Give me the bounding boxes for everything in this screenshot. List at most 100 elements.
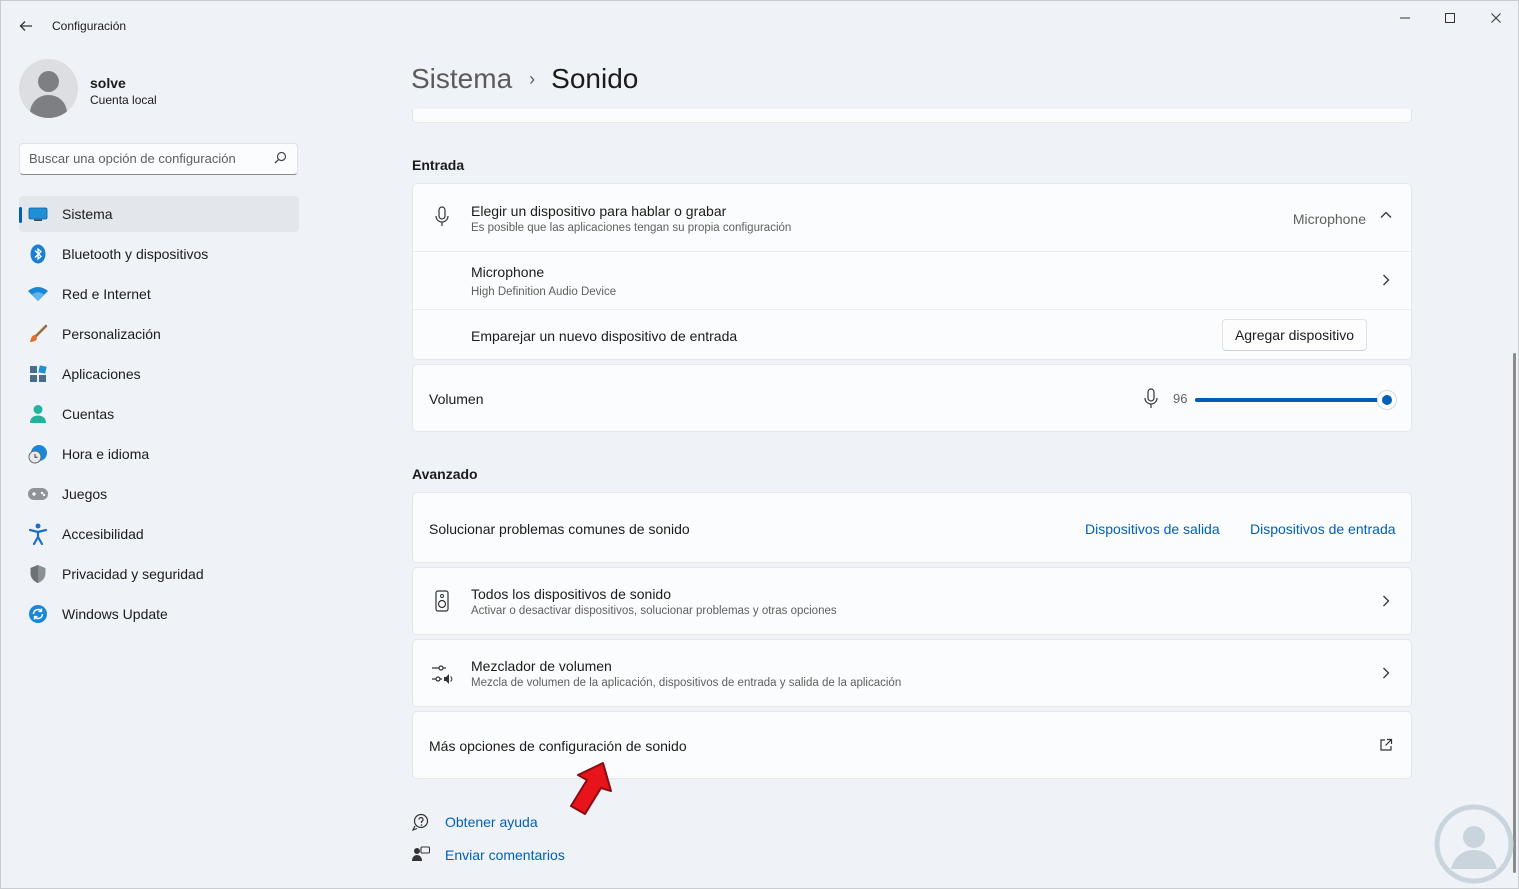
input-devices-link[interactable]: Dispositivos de entrada: [1250, 521, 1396, 537]
sidebar-item-personalization[interactable]: Personalización: [19, 316, 299, 352]
volume-value: 96: [1173, 391, 1188, 406]
back-button[interactable]: [13, 13, 39, 39]
breadcrumb-parent[interactable]: Sistema: [411, 63, 512, 95]
app-title: Configuración: [52, 19, 127, 33]
input-device-name: Microphone: [471, 264, 545, 280]
chevron-right-icon: [1379, 666, 1393, 685]
troubleshoot-card: Solucionar problemas comunes de sonido D…: [412, 492, 1412, 563]
more-sound-settings-row[interactable]: Más opciones de configuración de sonido: [412, 711, 1412, 779]
all-sound-devices-title: Todos los dispositivos de sonido: [471, 586, 672, 602]
title-bar: Configuración: [1, 1, 1518, 51]
sidebar-item-accounts[interactable]: Cuentas: [19, 396, 299, 432]
sidebar-item-gaming[interactable]: Juegos: [19, 476, 299, 512]
volume-slider-fill: [1195, 398, 1387, 402]
search-icon[interactable]: [274, 151, 287, 167]
sidebar-item-label: Aplicaciones: [62, 366, 141, 382]
sidebar-item-label: Red e Internet: [62, 286, 151, 302]
breadcrumb-separator: ›: [529, 68, 536, 89]
choose-input-device-row[interactable]: Elegir un dispositivo para hablar o grab…: [413, 184, 1411, 251]
wifi-icon: [27, 283, 49, 305]
sidebar-item-accessibility[interactable]: Accesibilidad: [19, 516, 299, 552]
account-icon: [27, 403, 49, 425]
scrollbar[interactable]: [1513, 353, 1516, 873]
volume-card: Volumen 96: [412, 364, 1412, 432]
chevron-up-icon[interactable]: [1379, 208, 1393, 227]
chevron-right-icon: [1379, 594, 1393, 613]
external-link-icon: [1379, 738, 1393, 757]
sidebar-nav: Sistema Bluetooth y dispositivos Red e I…: [19, 196, 299, 636]
help-chat-icon: [411, 812, 431, 832]
volume-slider[interactable]: [1195, 390, 1397, 410]
breadcrumb: Sistema › Sonido: [411, 59, 638, 99]
speaker-icon: [431, 590, 453, 612]
choose-input-device-title: Elegir un dispositivo para hablar o grab…: [471, 203, 727, 219]
section-title-advanced: Avanzado: [412, 466, 478, 482]
maximize-button[interactable]: [1427, 7, 1473, 29]
maximize-icon: [1445, 13, 1455, 23]
minimize-icon: [1400, 17, 1410, 19]
pair-input-device-row: Emparejar un nuevo dispositivo de entrad…: [413, 310, 1411, 361]
sidebar-item-label: Hora e idioma: [62, 446, 150, 462]
sidebar-item-windows-update[interactable]: Windows Update: [19, 596, 299, 632]
search-input[interactable]: [29, 151, 269, 166]
user-profile[interactable]: solve Cuenta local: [19, 59, 299, 119]
back-arrow-icon: [19, 21, 32, 31]
minimize-button[interactable]: [1382, 7, 1428, 29]
more-sound-settings-title: Más opciones de configuración de sonido: [429, 738, 687, 754]
section-title-input: Entrada: [412, 157, 465, 173]
microphone-icon: [431, 206, 453, 228]
sidebar-item-label: Privacidad y seguridad: [62, 566, 204, 582]
output-devices-link[interactable]: Dispositivos de salida: [1085, 521, 1220, 537]
sidebar-item-label: Accesibilidad: [62, 526, 144, 542]
input-device-row[interactable]: Microphone High Definition Audio Device: [413, 252, 1411, 309]
sidebar-item-time-language[interactable]: Hora e idioma: [19, 436, 299, 472]
sidebar-item-network[interactable]: Red e Internet: [19, 276, 299, 312]
sidebar-item-bluetooth[interactable]: Bluetooth y dispositivos: [19, 236, 299, 272]
gamepad-icon: [27, 483, 49, 505]
volume-slider-thumb[interactable]: [1377, 390, 1397, 410]
sidebar-item-label: Cuentas: [62, 406, 115, 422]
sidebar-item-label: Personalización: [62, 326, 161, 342]
sidebar-item-label: Windows Update: [62, 606, 168, 622]
send-feedback-link[interactable]: Enviar comentarios: [411, 845, 565, 865]
send-feedback-text[interactable]: Enviar comentarios: [445, 847, 565, 863]
input-device-card: Elegir un dispositivo para hablar o grab…: [412, 183, 1412, 360]
shield-icon: [27, 563, 49, 585]
accessibility-icon: [27, 523, 49, 545]
watermark-logo-icon: [1434, 804, 1514, 884]
user-name: solve: [90, 75, 126, 91]
input-device-description: High Definition Audio Device: [471, 286, 617, 298]
page-title: Sonido: [551, 63, 639, 94]
choose-input-device-subtitle: Es posible que las aplicaciones tengan s…: [471, 222, 792, 234]
update-icon: [27, 603, 49, 625]
sidebar-item-privacy[interactable]: Privacidad y seguridad: [19, 556, 299, 592]
get-help-text[interactable]: Obtener ayuda: [445, 814, 538, 830]
get-help-link[interactable]: Obtener ayuda: [411, 812, 538, 832]
apps-icon: [27, 363, 49, 385]
troubleshoot-title: Solucionar problemas comunes de sonido: [429, 521, 690, 537]
add-device-button[interactable]: Agregar dispositivo: [1221, 319, 1367, 351]
chevron-right-icon[interactable]: [1379, 273, 1393, 292]
sidebar-item-apps[interactable]: Aplicaciones: [19, 356, 299, 392]
all-sound-devices-row[interactable]: Todos los dispositivos de sonido Activar…: [412, 567, 1412, 635]
volume-label: Volumen: [429, 391, 484, 407]
selected-input-device: Microphone: [1292, 211, 1366, 227]
bluetooth-icon: [27, 243, 49, 265]
monitor-icon: [27, 203, 49, 225]
sidebar-item-sistema[interactable]: Sistema: [19, 196, 299, 232]
pair-input-device-title: Emparejar un nuevo dispositivo de entrad…: [471, 328, 738, 344]
volume-mixer-row[interactable]: Mezclador de volumen Mezcla de volumen d…: [412, 639, 1412, 707]
annotation-arrow-icon: [570, 762, 612, 815]
close-icon: [1491, 13, 1501, 23]
avatar: [19, 59, 78, 118]
close-button[interactable]: [1473, 7, 1519, 29]
all-sound-devices-subtitle: Activar o desactivar dispositivos, soluc…: [471, 605, 837, 617]
sidebar-item-label: Sistema: [62, 206, 113, 222]
clock-globe-icon: [27, 443, 49, 465]
mixer-icon: [431, 663, 453, 685]
microphone-mute-icon[interactable]: [1143, 388, 1159, 415]
account-type: Cuenta local: [90, 93, 157, 107]
previous-card-edge: [412, 109, 1412, 123]
volume-mixer-title: Mezclador de volumen: [471, 658, 612, 674]
settings-window: Configuración solve Cuenta local Buscar …: [0, 0, 1519, 889]
